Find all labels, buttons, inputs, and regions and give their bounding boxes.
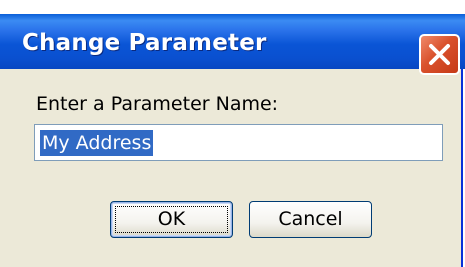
ok-button[interactable]: OK [110,201,233,238]
dialog-body: Enter a Parameter Name: My Address OK Ca… [0,69,463,267]
ok-button-label: OK [157,208,186,230]
window-title: Change Parameter [22,30,267,56]
parameter-name-label: Enter a Parameter Name: [36,93,279,115]
screenshot-frame: Change Parameter Enter a Parameter Name:… [0,0,465,267]
close-x-icon [429,44,450,65]
cancel-button-label: Cancel [278,208,343,230]
parameter-name-input[interactable]: My Address [34,124,443,161]
background-strip [0,0,465,14]
cancel-button[interactable]: Cancel [249,201,372,238]
title-bar[interactable]: Change Parameter [0,14,465,75]
parameter-name-selected-text: My Address [40,130,154,156]
